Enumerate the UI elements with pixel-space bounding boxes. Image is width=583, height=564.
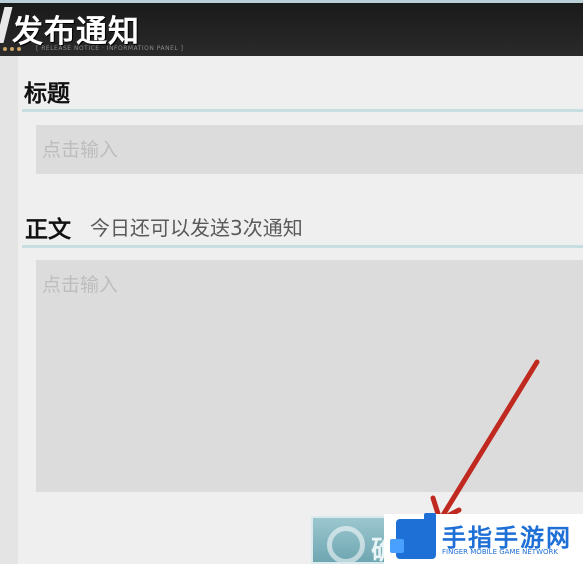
watermark-name-en: FINGER MOBILE GAME NETWORK [442,548,558,556]
site-watermark: 手指手游网 FINGER MOBILE GAME NETWORK [384,513,583,564]
watermark-logo-icon [390,513,436,559]
red-arrow-annotation [430,359,540,523]
